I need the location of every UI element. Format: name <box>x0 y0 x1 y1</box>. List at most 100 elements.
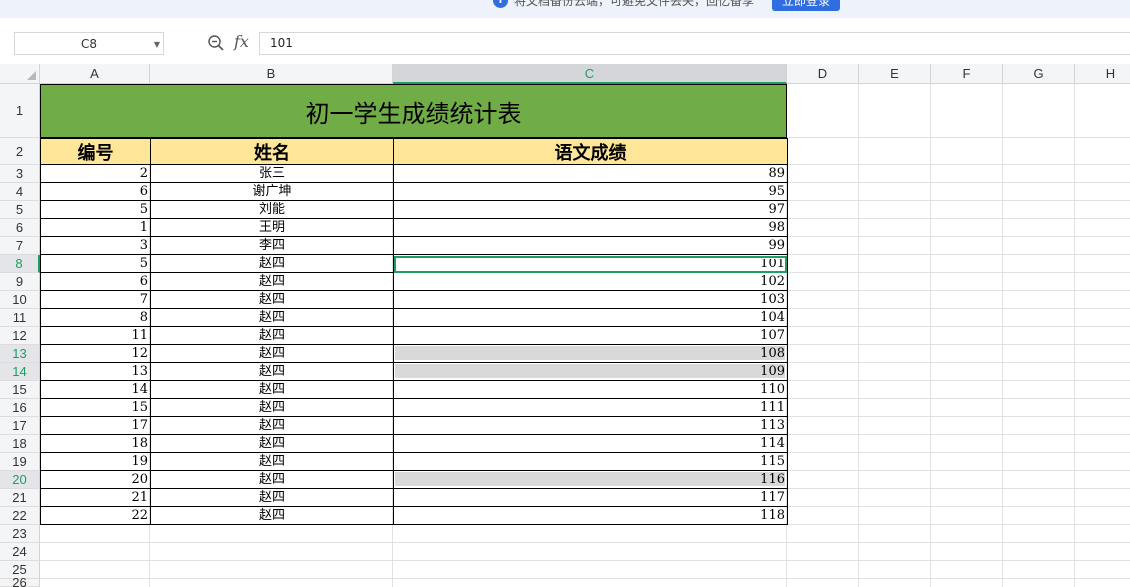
cell-id[interactable]: 6 <box>40 183 151 201</box>
cell-id[interactable]: 18 <box>40 435 151 453</box>
cell-name[interactable]: 赵四 <box>150 309 394 327</box>
column-header-h[interactable]: H <box>1075 64 1130 84</box>
cell-id[interactable]: 14 <box>40 381 151 399</box>
cell-name[interactable]: 赵四 <box>150 381 394 399</box>
row-header-12[interactable]: 12 <box>0 327 40 345</box>
select-all-corner[interactable] <box>0 64 40 84</box>
cell-name[interactable]: 赵四 <box>150 273 394 291</box>
row-header-3[interactable]: 3 <box>0 165 40 183</box>
column-header-a[interactable]: A <box>40 64 150 84</box>
cell-score[interactable]: 104 <box>393 309 788 327</box>
cell-name[interactable]: 赵四 <box>150 255 394 273</box>
cell-name[interactable]: 赵四 <box>150 345 394 363</box>
cell-id[interactable]: 2 <box>40 165 151 183</box>
cell-name[interactable]: 赵四 <box>150 453 394 471</box>
row-header-11[interactable]: 11 <box>0 309 40 327</box>
cell-name[interactable]: 赵四 <box>150 399 394 417</box>
cell-score[interactable]: 89 <box>393 165 788 183</box>
row-header-10[interactable]: 10 <box>0 291 40 309</box>
row-header-17[interactable]: 17 <box>0 417 40 435</box>
cell-name[interactable]: 赵四 <box>150 435 394 453</box>
gridline-vertical <box>1074 84 1075 587</box>
cell-id[interactable]: 21 <box>40 489 151 507</box>
row-header-6[interactable]: 6 <box>0 219 40 237</box>
cell-score[interactable]: 102 <box>393 273 788 291</box>
cell-name[interactable]: 赵四 <box>150 507 394 525</box>
cell-score[interactable]: 97 <box>393 201 788 219</box>
cell-name[interactable]: 赵四 <box>150 327 394 345</box>
cell-id[interactable]: 7 <box>40 291 151 309</box>
cell-score[interactable]: 115 <box>393 453 788 471</box>
cell-name[interactable]: 李四 <box>150 237 394 255</box>
row-header-22[interactable]: 22 <box>0 507 40 525</box>
row-header-19[interactable]: 19 <box>0 453 40 471</box>
cell-id[interactable]: 1 <box>40 219 151 237</box>
column-header-g[interactable]: G <box>1003 64 1075 84</box>
row-header-4[interactable]: 4 <box>0 183 40 201</box>
header-cell-name[interactable]: 姓名 <box>150 138 394 165</box>
cell-score[interactable]: 95 <box>393 183 788 201</box>
row-header-9[interactable]: 9 <box>0 273 40 291</box>
cell-name[interactable]: 刘能 <box>150 201 394 219</box>
header-cell-id[interactable]: 编号 <box>40 138 151 165</box>
cell-id[interactable]: 22 <box>40 507 151 525</box>
row-header-21[interactable]: 21 <box>0 489 40 507</box>
cell-id[interactable]: 20 <box>40 471 151 489</box>
row-header-16[interactable]: 16 <box>0 399 40 417</box>
row-header-14[interactable]: 14 <box>0 363 40 381</box>
cell-id[interactable]: 6 <box>40 273 151 291</box>
sheet-title-cell[interactable]: 初一学生成绩统计表 <box>40 84 787 138</box>
cell-score[interactable]: 117 <box>393 489 788 507</box>
row-header-23[interactable]: 23 <box>0 525 40 543</box>
cell-id[interactable]: 11 <box>40 327 151 345</box>
cell-id[interactable]: 12 <box>40 345 151 363</box>
cell-name[interactable]: 赵四 <box>150 489 394 507</box>
row-header-5[interactable]: 5 <box>0 201 40 219</box>
cell-name[interactable]: 张三 <box>150 165 394 183</box>
cell-name[interactable]: 赵四 <box>150 417 394 435</box>
cell-id[interactable]: 13 <box>40 363 151 381</box>
row-header-2[interactable]: 2 <box>0 138 40 165</box>
cell-id[interactable]: 8 <box>40 309 151 327</box>
header-cell-score[interactable]: 语文成绩 <box>393 138 788 165</box>
cell-score[interactable]: 116 <box>393 471 788 489</box>
cell-score[interactable]: 111 <box>393 399 788 417</box>
cell-id[interactable]: 15 <box>40 399 151 417</box>
row-header-18[interactable]: 18 <box>0 435 40 453</box>
cell-score[interactable]: 118 <box>393 507 788 525</box>
cell-id[interactable]: 3 <box>40 237 151 255</box>
row-header-24[interactable]: 24 <box>0 543 40 561</box>
cell-score[interactable]: 113 <box>393 417 788 435</box>
column-header-e[interactable]: E <box>859 64 931 84</box>
column-header-b[interactable]: B <box>150 64 393 84</box>
row-header-1[interactable]: 1 <box>0 84 40 138</box>
cell-name[interactable]: 赵四 <box>150 291 394 309</box>
cell-name[interactable]: 谢广坤 <box>150 183 394 201</box>
cell-score[interactable]: 114 <box>393 435 788 453</box>
cell-name[interactable]: 赵四 <box>150 471 394 489</box>
row-header-7[interactable]: 7 <box>0 237 40 255</box>
row-header-8[interactable]: 8 <box>0 255 40 273</box>
cell-id[interactable]: 5 <box>40 201 151 219</box>
cell-score[interactable]: 109 <box>393 363 788 381</box>
column-header-c[interactable]: C <box>393 64 787 84</box>
cell-score[interactable]: 103 <box>393 291 788 309</box>
cell-id[interactable]: 19 <box>40 453 151 471</box>
cell-score[interactable]: 99 <box>393 237 788 255</box>
column-header-d[interactable]: D <box>787 64 859 84</box>
row-header-13[interactable]: 13 <box>0 345 40 363</box>
cell-score[interactable]: 107 <box>393 327 788 345</box>
cell-score[interactable]: 110 <box>393 381 788 399</box>
spreadsheet-grid[interactable]: A B C D E F G H 1 2 3 4 5 6 7 8 9 10 11 12 13 14 15 16 17 18 19 20 2… <box>0 0 1130 587</box>
cell-name[interactable]: 王明 <box>150 219 394 237</box>
row-header-15[interactable]: 15 <box>0 381 40 399</box>
cell-name[interactable]: 赵四 <box>150 363 394 381</box>
cell-id[interactable]: 17 <box>40 417 151 435</box>
cell-id[interactable]: 5 <box>40 255 151 273</box>
cell-score[interactable]: 108 <box>393 345 788 363</box>
cell-score[interactable]: 98 <box>393 219 788 237</box>
active-cell-outline[interactable] <box>394 256 787 273</box>
row-header-26[interactable]: 26 <box>0 575 40 587</box>
column-header-f[interactable]: F <box>931 64 1003 84</box>
row-header-20[interactable]: 20 <box>0 471 40 489</box>
